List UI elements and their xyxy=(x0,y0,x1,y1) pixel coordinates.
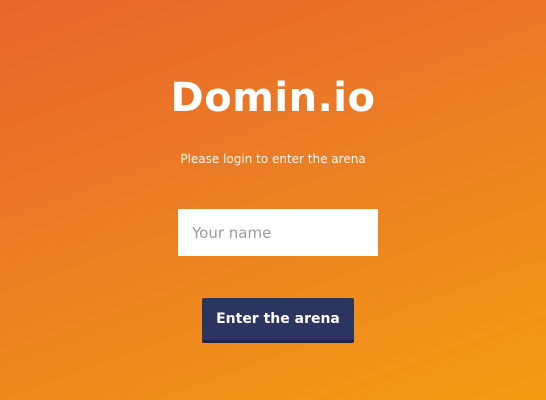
login-subtitle: Please login to enter the arena xyxy=(180,152,366,166)
app-title: Domin.io xyxy=(170,75,376,121)
enter-arena-button[interactable]: Enter the arena xyxy=(202,298,354,343)
login-page: Domin.io Please login to enter the arena… xyxy=(0,0,546,400)
name-input[interactable] xyxy=(178,209,378,256)
